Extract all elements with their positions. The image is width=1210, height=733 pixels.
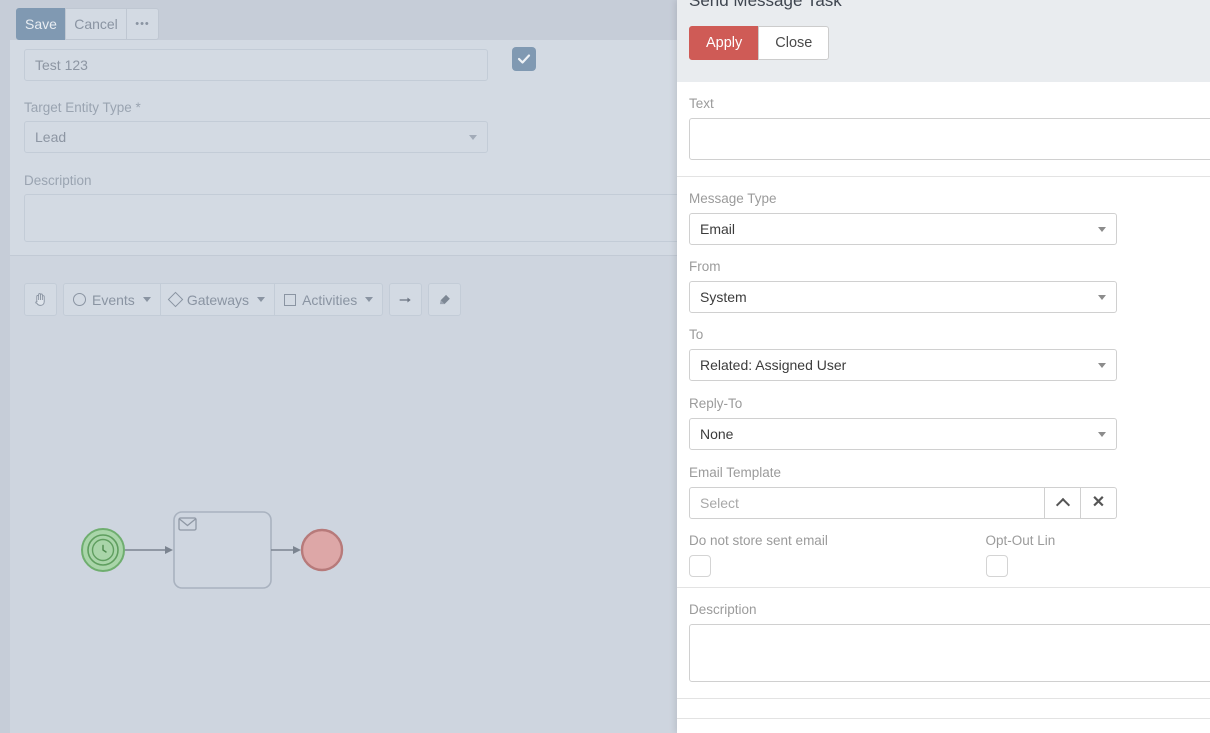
field-text: Text bbox=[677, 82, 1210, 177]
do-not-store-label: Do not store sent email bbox=[689, 533, 828, 548]
record-action-buttons: Save Cancel ••• bbox=[16, 8, 159, 40]
field-reply-to: Reply-To None bbox=[689, 396, 1198, 450]
field-do-not-store: Do not store sent email bbox=[689, 533, 944, 577]
save-button[interactable]: Save bbox=[16, 8, 66, 40]
circle-icon bbox=[73, 293, 86, 306]
opt-out-link-label: Opt-Out Lin bbox=[985, 533, 1056, 548]
field-opt-out-link: Opt-Out Lin bbox=[944, 533, 1199, 577]
events-label: Events bbox=[92, 291, 135, 308]
to-select[interactable]: Related: Assigned User bbox=[689, 349, 1117, 381]
field-group-message: Message Type Email From System To Relate… bbox=[677, 177, 1210, 588]
palette-dropdowns: Events Gateways Activities bbox=[63, 283, 384, 316]
field-description: Description bbox=[677, 588, 1210, 699]
record-name-input[interactable]: Test 123 bbox=[24, 49, 488, 81]
chevron-up-icon bbox=[1055, 497, 1070, 513]
sequence-flow-2 bbox=[271, 546, 301, 554]
eraser-tool-button[interactable] bbox=[428, 283, 462, 316]
target-entity-type-label: Target Entity Type * bbox=[24, 100, 141, 115]
panel-header: Send Message Task Apply Close bbox=[677, 0, 1210, 82]
start-event-node bbox=[81, 528, 125, 572]
message-type-value: Email bbox=[700, 221, 736, 237]
end-event-node bbox=[300, 528, 344, 572]
apply-button[interactable]: Apply bbox=[689, 26, 760, 60]
do-not-store-checkbox[interactable] bbox=[689, 555, 711, 577]
gateways-dropdown-button[interactable]: Gateways bbox=[159, 283, 276, 316]
panel-action-buttons: Apply Close bbox=[689, 26, 830, 60]
sequence-flow-1 bbox=[125, 546, 173, 554]
gateways-label: Gateways bbox=[186, 291, 250, 308]
flow-tool-button[interactable] bbox=[389, 283, 423, 316]
is-active-checkbox[interactable] bbox=[512, 47, 536, 71]
checkbox-row: Do not store sent email Opt-Out Lin bbox=[689, 533, 1198, 577]
target-entity-type-value: Lead bbox=[35, 129, 67, 145]
cancel-button[interactable]: Cancel bbox=[65, 8, 127, 40]
diagram-toolbar: Events Gateways Activities bbox=[24, 283, 462, 316]
chevron-down-icon bbox=[1098, 362, 1106, 368]
email-template-label: Email Template bbox=[689, 465, 782, 480]
to-label: To bbox=[689, 327, 704, 342]
send-message-task-panel: Send Message Task Apply Close Text Messa… bbox=[677, 0, 1210, 733]
panel-body: Text Message Type Email From System To R… bbox=[677, 82, 1210, 719]
chevron-down-icon bbox=[1098, 294, 1106, 300]
from-value: System bbox=[700, 289, 747, 305]
description-textarea[interactable] bbox=[24, 194, 744, 242]
chevron-down-icon bbox=[142, 297, 151, 302]
field-message-type: Message Type Email bbox=[689, 191, 1198, 245]
close-x-icon: ✕ bbox=[1091, 494, 1106, 511]
activities-label: Activities bbox=[302, 291, 358, 308]
text-label: Text bbox=[689, 96, 714, 111]
field-from: From System bbox=[689, 259, 1198, 313]
field-to: To Related: Assigned User bbox=[689, 327, 1198, 381]
square-icon bbox=[284, 293, 297, 306]
reply-to-label: Reply-To bbox=[689, 396, 743, 411]
message-type-label: Message Type bbox=[689, 191, 777, 206]
envelope-icon bbox=[178, 517, 197, 531]
panel-bottom-spacer bbox=[677, 699, 1210, 719]
target-entity-type-select[interactable]: Lead bbox=[24, 121, 488, 153]
hand-icon bbox=[35, 293, 45, 306]
reply-to-select[interactable]: None bbox=[689, 418, 1117, 450]
opt-out-link-checkbox[interactable] bbox=[985, 555, 1008, 577]
from-label: From bbox=[689, 259, 721, 274]
send-message-task-node bbox=[173, 511, 272, 589]
email-template-input[interactable]: Select bbox=[689, 487, 1045, 519]
chevron-down-icon bbox=[365, 297, 374, 302]
diamond-icon bbox=[167, 291, 184, 308]
panel-description-label: Description bbox=[689, 602, 757, 617]
left-gutter bbox=[0, 0, 10, 733]
check-icon bbox=[517, 54, 531, 64]
text-input[interactable] bbox=[689, 118, 1210, 160]
chevron-down-icon bbox=[1098, 226, 1106, 232]
eraser-icon bbox=[440, 294, 451, 305]
events-dropdown-button[interactable]: Events bbox=[63, 283, 161, 316]
pan-tool-button[interactable] bbox=[24, 283, 57, 316]
activities-dropdown-button[interactable]: Activities bbox=[274, 283, 384, 316]
close-button[interactable]: Close bbox=[758, 26, 830, 60]
email-template-select-button[interactable] bbox=[1045, 487, 1081, 519]
chevron-down-icon bbox=[469, 134, 477, 140]
email-template-clear-button[interactable]: ✕ bbox=[1081, 487, 1117, 519]
panel-description-textarea[interactable] bbox=[689, 624, 1210, 682]
email-template-link-field: Select ✕ bbox=[689, 487, 1117, 519]
more-actions-button[interactable]: ••• bbox=[126, 8, 159, 40]
panel-title: Send Message Task bbox=[689, 0, 842, 10]
message-type-select[interactable]: Email bbox=[689, 213, 1117, 245]
reply-to-value: None bbox=[700, 426, 734, 442]
from-select[interactable]: System bbox=[689, 281, 1117, 313]
arrow-right-icon bbox=[399, 297, 411, 302]
chevron-down-icon bbox=[1098, 431, 1106, 437]
field-email-template: Email Template Select ✕ bbox=[689, 465, 1198, 519]
chevron-down-icon bbox=[257, 297, 266, 302]
to-value: Related: Assigned User bbox=[700, 357, 847, 373]
